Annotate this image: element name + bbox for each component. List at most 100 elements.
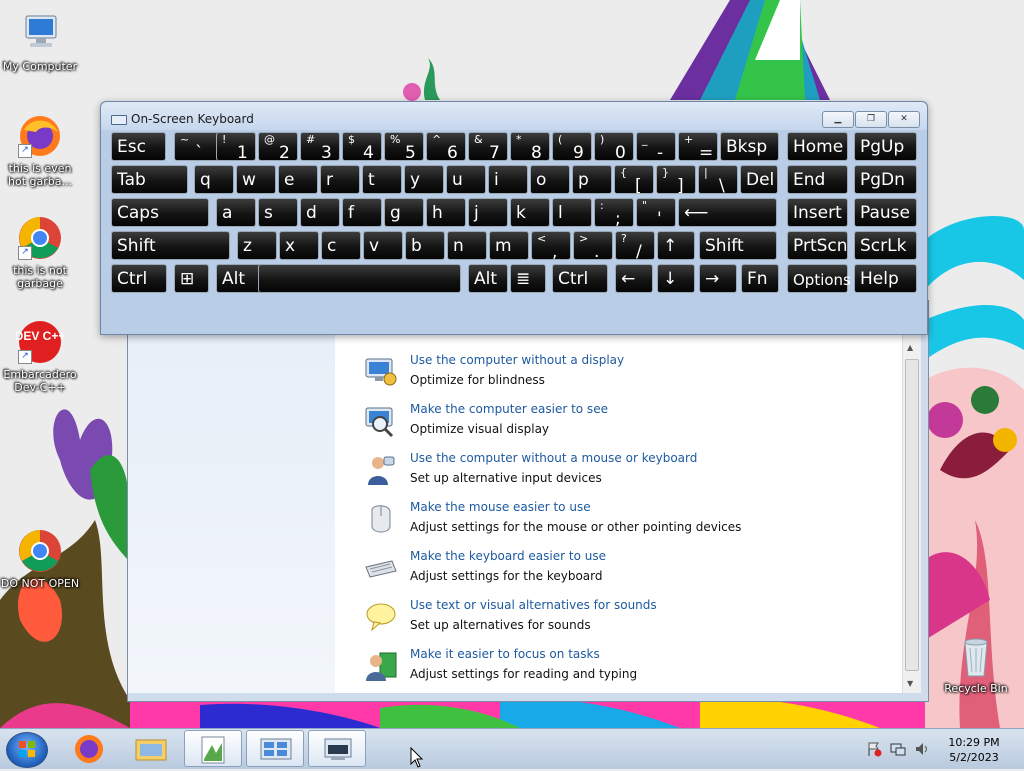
- key-caps[interactable]: Caps: [111, 198, 209, 227]
- key-2-shift-sym[interactable]: @2: [258, 132, 298, 162]
- scrollbar-thumb[interactable]: [905, 359, 919, 671]
- key-7-shift-sym[interactable]: & 7: [468, 132, 508, 162]
- action-center-flag-icon[interactable]: [866, 741, 882, 757]
- volume-icon[interactable]: [914, 741, 930, 757]
- key-space[interactable]: [258, 264, 461, 293]
- key-6-shift-sym[interactable]: ^ 6: [426, 132, 466, 162]
- taskbar-paint[interactable]: [184, 730, 242, 767]
- taskbar-clock[interactable]: 10:29 PM 5/2/2023: [946, 735, 1002, 765]
- key-9-shift-sym[interactable]: (9: [552, 132, 592, 162]
- key-b[interactable]: b: [405, 231, 445, 260]
- key-v[interactable]: v: [363, 231, 403, 260]
- key-j[interactable]: j: [468, 198, 508, 227]
- cp-item-link[interactable]: Use text or visual alternatives for soun…: [410, 598, 657, 612]
- key-sym-shift-sym[interactable]: " ': [636, 198, 676, 228]
- key-fn[interactable]: Fn: [741, 264, 779, 293]
- cp-scrollbar[interactable]: ▲ ▼: [902, 301, 921, 693]
- speech-bubble-icon[interactable]: [364, 600, 398, 634]
- speech-person-icon[interactable]: [364, 453, 398, 487]
- key-tab[interactable]: Tab: [111, 165, 188, 194]
- cp-item-link[interactable]: Make it easier to focus on tasks: [410, 647, 600, 661]
- key-k[interactable]: k: [510, 198, 550, 227]
- key-home[interactable]: Home: [787, 132, 848, 161]
- key-end[interactable]: End: [787, 165, 848, 194]
- key-w[interactable]: w: [236, 165, 276, 194]
- key-z[interactable]: z: [237, 231, 277, 260]
- key-alt[interactable]: Alt: [216, 264, 264, 293]
- key-sym-shift-sym[interactable]: >.: [573, 231, 613, 261]
- key-o[interactable]: o: [530, 165, 570, 194]
- key-sym-shift-sym[interactable]: <,: [531, 231, 571, 261]
- key-f[interactable]: f: [342, 198, 382, 227]
- taskbar-on-screen-keyboard[interactable]: [308, 730, 366, 767]
- key-pause[interactable]: Pause: [854, 198, 917, 227]
- scroll-down-icon[interactable]: ▼: [907, 679, 913, 688]
- network-icon[interactable]: [890, 741, 906, 757]
- key-h[interactable]: h: [426, 198, 466, 227]
- key-options[interactable]: Options: [787, 264, 851, 293]
- scroll-up-icon[interactable]: ▲: [907, 343, 913, 352]
- key-sym[interactable]: →: [699, 264, 737, 293]
- desktop-icon-my-computer[interactable]: My Computer: [0, 10, 82, 73]
- desktop-icon-recycle-bin[interactable]: Recycle Bin: [934, 632, 1018, 695]
- key-sym-shift-sym[interactable]: }]: [656, 165, 696, 195]
- monitor-narrator-icon[interactable]: [364, 355, 398, 389]
- key-sym[interactable]: ⊞: [174, 264, 209, 293]
- key-r[interactable]: r: [320, 165, 360, 194]
- taskbar-control-panel[interactable]: [246, 730, 304, 767]
- key-pgdn[interactable]: PgDn: [854, 165, 917, 194]
- key-sym-shift-sym[interactable]: + =: [678, 132, 718, 162]
- key-sym-shift-sym[interactable]: _ -: [636, 132, 676, 162]
- desktop-icon-firefox-shortcut[interactable]: ↗ this is even hot garba...: [0, 112, 82, 188]
- key-g[interactable]: g: [384, 198, 424, 227]
- taskbar-firefox[interactable]: [60, 730, 118, 767]
- desktop-icon-devcpp-shortcut[interactable]: DEV C++ ↗ Embarcadero Dev-C++: [0, 318, 82, 394]
- key-i[interactable]: i: [488, 165, 528, 194]
- key-sym[interactable]: ≣: [510, 264, 546, 293]
- desktop-icon-chrome-shortcut[interactable]: ↗ this is not garbage: [0, 214, 82, 290]
- key-sym-shift-sym[interactable]: ? /: [615, 231, 655, 261]
- focus-person-icon[interactable]: [364, 649, 398, 683]
- close-button[interactable]: ✕: [888, 111, 920, 128]
- key-alt[interactable]: Alt: [468, 264, 508, 293]
- desktop-icon-chrome-do-not-open[interactable]: DO NOT OPEN: [0, 527, 82, 590]
- osk-titlebar[interactable]: On-Screen Keyboard ▁ ❐ ✕: [101, 102, 927, 130]
- cp-item-link[interactable]: Use the computer without a display: [410, 353, 624, 367]
- key-y[interactable]: y: [404, 165, 444, 194]
- key-sym[interactable]: ⟵: [678, 198, 777, 227]
- key-e[interactable]: e: [278, 165, 318, 194]
- key-shift[interactable]: Shift: [699, 231, 777, 260]
- key-sym-shift-sym[interactable]: {[: [614, 165, 654, 195]
- cp-item-link[interactable]: Make the keyboard easier to use: [410, 549, 606, 563]
- key-1-shift-sym[interactable]: ! 1: [216, 132, 256, 162]
- key-prtscn[interactable]: PrtScn: [787, 231, 848, 260]
- key-pgup[interactable]: PgUp: [854, 132, 917, 161]
- key-m[interactable]: m: [489, 231, 529, 260]
- key-sym[interactable]: ↓: [657, 264, 695, 293]
- cp-item-link[interactable]: Make the computer easier to see: [410, 402, 608, 416]
- key-t[interactable]: t: [362, 165, 402, 194]
- key-insert[interactable]: Insert: [787, 198, 848, 227]
- key-d[interactable]: d: [300, 198, 340, 227]
- key-q[interactable]: q: [194, 165, 234, 194]
- key-p[interactable]: p: [572, 165, 612, 194]
- key-4-shift-sym[interactable]: $4: [342, 132, 382, 162]
- key-sym[interactable]: ↑: [657, 231, 695, 260]
- key-3-shift-sym[interactable]: #3: [300, 132, 340, 162]
- key-x[interactable]: x: [279, 231, 319, 260]
- cp-item-link[interactable]: Make the mouse easier to use: [410, 500, 591, 514]
- key-sym[interactable]: ←: [615, 264, 653, 293]
- key-l[interactable]: l: [552, 198, 592, 227]
- key-c[interactable]: c: [321, 231, 361, 260]
- mouse-icon[interactable]: [364, 502, 398, 536]
- magnifier-icon[interactable]: [364, 404, 398, 438]
- key-ctrl[interactable]: Ctrl: [552, 264, 608, 293]
- restore-button[interactable]: ❐: [855, 111, 887, 128]
- key-n[interactable]: n: [447, 231, 487, 260]
- key-u[interactable]: u: [446, 165, 486, 194]
- key-a[interactable]: a: [216, 198, 256, 227]
- key-shift[interactable]: Shift: [111, 231, 230, 260]
- cp-item-link[interactable]: Use the computer without a mouse or keyb…: [410, 451, 697, 465]
- minimize-button[interactable]: ▁: [822, 111, 854, 128]
- start-button[interactable]: [6, 732, 48, 768]
